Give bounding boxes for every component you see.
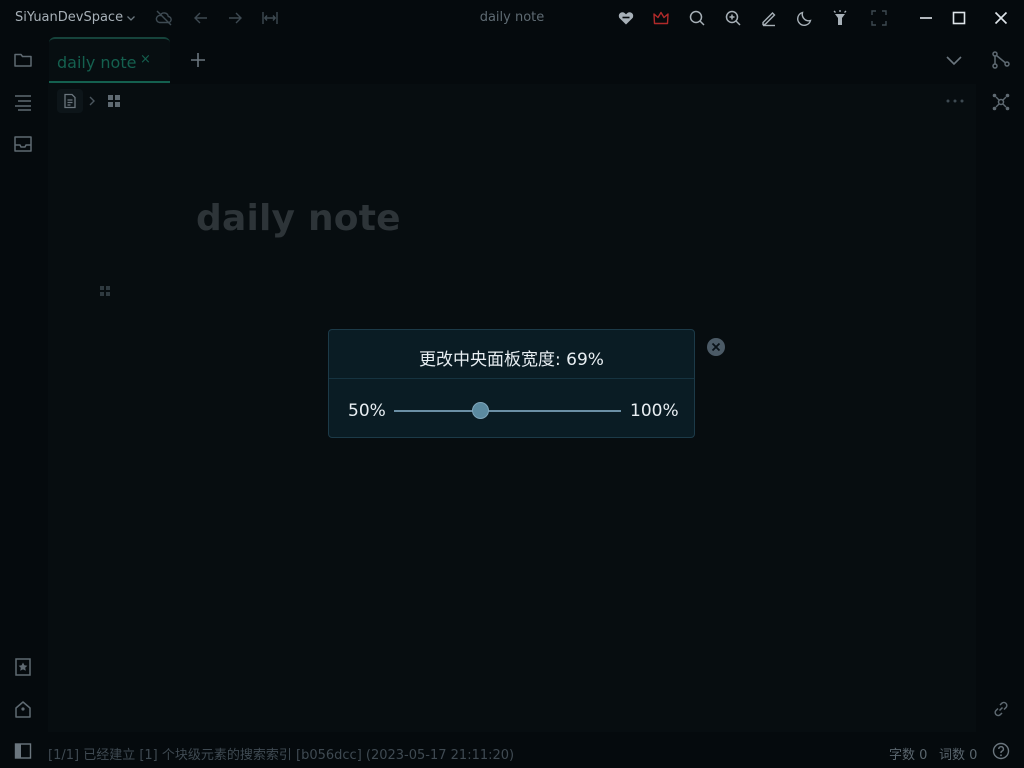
zoom-in-icon[interactable] [724,9,742,27]
edit-pen-icon[interactable] [760,9,778,27]
folder-icon[interactable] [13,50,33,70]
more-options-icon[interactable] [945,92,965,110]
close-window-button[interactable] [980,0,1022,36]
dialog-title: 更改中央面板宽度: 69% [419,350,604,370]
close-icon [707,338,725,356]
crown-icon[interactable] [652,9,670,27]
tab-dropdown-button[interactable] [945,51,963,69]
char-count: 字数 0 [889,748,928,763]
slider-track[interactable] [394,410,621,412]
slider-min-label: 50% [348,401,386,421]
slider-max-label: 100% [630,401,679,421]
maximize-icon [952,11,966,25]
inbox-icon[interactable] [13,134,33,154]
tab-close-button[interactable]: × [140,52,151,67]
tab-active-indicator [49,81,170,83]
workspace-name: SiYuanDevSpace [15,10,124,25]
doc-breadcrumb-button[interactable] [57,89,83,113]
help-button[interactable] [992,742,1010,760]
workspace-switcher[interactable]: SiYuanDevSpace [15,10,136,25]
maximize-button[interactable] [938,0,980,36]
moon-icon[interactable] [796,9,814,27]
search-icon[interactable] [688,9,706,27]
chevron-down-icon [946,56,962,66]
split-width-icon[interactable] [261,9,279,27]
dialog-divider [329,378,694,379]
branch-graph-icon[interactable] [991,50,1011,70]
breadcrumb-chevron-icon [87,95,97,107]
minimize-icon [920,17,932,19]
new-tab-button[interactable] [189,51,207,69]
plus-icon [191,53,205,67]
cloud-sync-icon[interactable] [155,9,173,27]
document-icon [64,93,76,109]
outline-list-icon[interactable] [13,92,33,112]
slider-thumb[interactable] [471,402,489,419]
close-icon [994,11,1008,25]
tab-label: daily note [57,53,137,72]
link-icon[interactable] [991,699,1011,719]
bookmark-star-icon[interactable] [13,657,33,677]
toggle-dock-icon[interactable] [14,742,32,760]
chevron-down-icon [127,15,136,21]
fullscreen-icon[interactable] [870,9,888,27]
status-message: [1/1] 已经建立 [1] 个块级元素的搜索索引 [b056dcc] (202… [48,748,515,763]
help-icon [992,742,1010,760]
back-arrow-icon[interactable] [192,9,210,27]
dialog-close-button[interactable] [706,337,726,357]
block-grid-icon[interactable] [108,95,120,107]
document-title[interactable]: daily note [196,198,401,239]
word-count: 词数 0 [939,748,978,763]
graph-network-icon[interactable] [991,92,1011,112]
width-dialog: 更改中央面板宽度: 69% 50% 100% [328,329,695,438]
tag-home-icon[interactable] [13,699,33,719]
heart-puzzle-icon[interactable] [617,9,635,27]
forward-arrow-icon[interactable] [226,9,244,27]
block-drag-handle-icon[interactable] [100,286,110,296]
flashlight-icon[interactable] [831,9,849,27]
